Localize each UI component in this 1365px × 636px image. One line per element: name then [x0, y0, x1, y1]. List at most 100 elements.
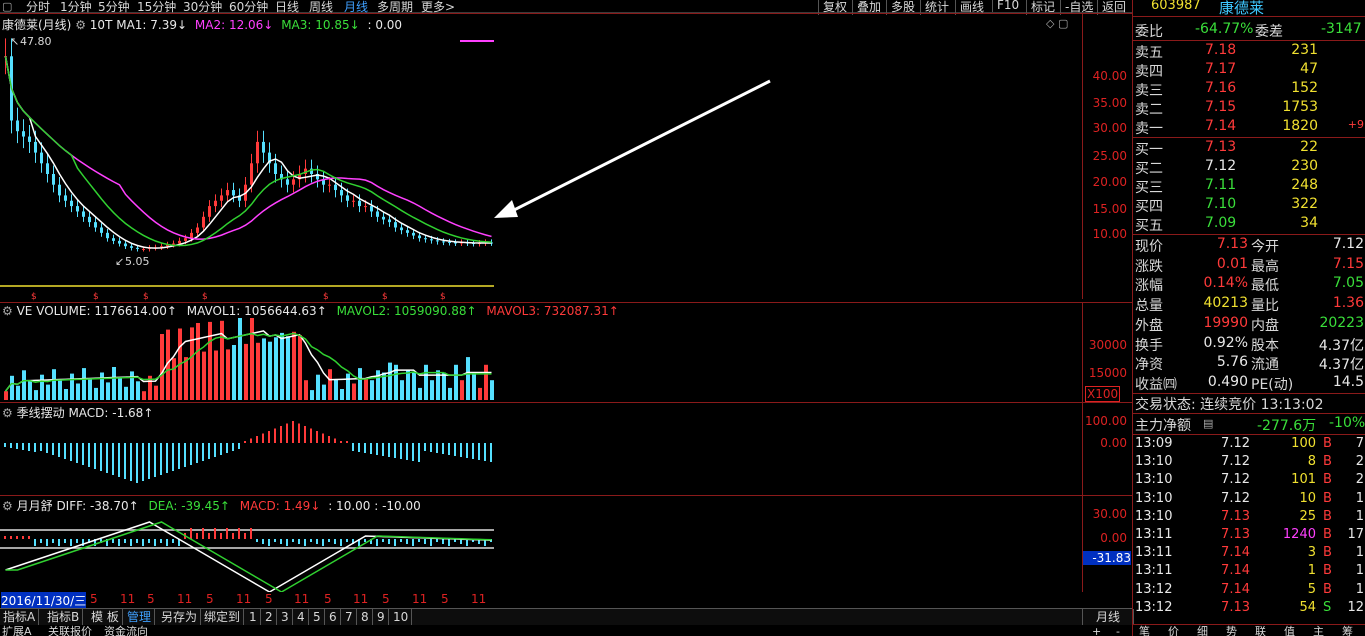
ask-label: 卖五 — [1135, 45, 1163, 61]
tab-indicator-b[interactable]: 指标B — [44, 609, 84, 625]
tab-3[interactable]: 3 — [278, 609, 293, 625]
candle — [442, 241, 445, 243]
yys-bar — [400, 539, 402, 542]
tab-1[interactable]: 1 — [246, 609, 261, 625]
volume-bar — [172, 358, 176, 400]
ask-label: 卖一 — [1135, 121, 1163, 137]
quote-tab[interactable]: 筹 — [1342, 625, 1353, 636]
zoom-in-icon[interactable]: + — [1092, 625, 1101, 636]
macd-bar — [466, 443, 468, 458]
tab-manage[interactable]: 管理 — [124, 609, 156, 625]
tab-7[interactable]: 7 — [342, 609, 357, 625]
bid-row[interactable]: 买四 7.10 322 — [1133, 195, 1365, 215]
tick-side: B — [1323, 472, 1332, 488]
arrow-head-icon — [494, 200, 518, 218]
yys-bar — [292, 539, 294, 542]
macd-bar — [406, 443, 408, 460]
stat-label: 净资 — [1135, 357, 1163, 374]
volume-bar — [76, 383, 80, 400]
macd-bar — [442, 443, 444, 454]
ask-row[interactable]: 卖二 7.15 1753 — [1133, 98, 1365, 118]
ask-row[interactable]: 卖四 7.17 47 — [1133, 60, 1365, 80]
tab-4[interactable]: 4 — [294, 609, 309, 625]
macd-bar — [220, 443, 222, 455]
f10-button[interactable]: F10 — [992, 0, 1019, 12]
tab-template[interactable]: 模 板 — [88, 609, 123, 625]
date-label: 11 — [120, 592, 136, 606]
divider — [0, 402, 1132, 403]
bid-price: 7.09 — [1205, 215, 1237, 231]
tab-2[interactable]: 2 — [262, 609, 277, 625]
quote-tab[interactable]: 价 — [1168, 625, 1179, 636]
candle — [358, 200, 361, 207]
tab-save-as[interactable]: 另存为 — [158, 609, 202, 625]
ask-volume: 1753 — [1282, 99, 1318, 115]
volume-bar — [256, 342, 260, 400]
tick-count: 1 — [1355, 490, 1364, 506]
quote-tab[interactable]: 主 — [1313, 625, 1324, 636]
macd-bar — [226, 443, 228, 453]
bid-row[interactable]: 买一 7.13 22 — [1133, 138, 1365, 158]
tab-extend-a[interactable]: 扩展A — [2, 625, 32, 636]
ask-row[interactable]: 卖五 7.18 231 — [1133, 41, 1365, 61]
quote-tab[interactable]: 细 — [1197, 625, 1208, 636]
macd-bar — [82, 443, 84, 465]
bid-row[interactable]: 买二 7.12 230 — [1133, 157, 1365, 177]
macd-bar — [76, 443, 78, 463]
tick-count: 1 — [1355, 581, 1364, 597]
volume-bar — [292, 331, 296, 400]
macd-bar — [40, 443, 42, 451]
volume-bar — [298, 335, 302, 400]
zoom-out-icon[interactable]: - — [1116, 625, 1120, 636]
tab-related-quote[interactable]: 关联报价 — [48, 625, 92, 636]
ask-row[interactable]: 卖一 7.14 1820 +9 — [1133, 117, 1365, 137]
quote-tab[interactable]: 联 — [1255, 625, 1266, 636]
mavol1-line — [4, 330, 492, 392]
yys-bar — [340, 539, 342, 546]
macd-bar — [10, 443, 12, 448]
volume-bar — [352, 383, 356, 400]
ma2-line — [4, 56, 492, 240]
quote-tab[interactable]: 笔 — [1139, 625, 1150, 636]
volume-bar — [106, 382, 110, 400]
macd-bar — [460, 443, 462, 457]
candle — [334, 184, 337, 191]
candle — [370, 206, 373, 212]
tab-9[interactable]: 9 — [374, 609, 389, 625]
stat-label: 收益㈣ — [1135, 376, 1177, 393]
yys-tick: 30.00 — [1092, 507, 1127, 521]
candle — [430, 239, 433, 241]
weicha-label: 委差 — [1255, 24, 1283, 40]
candle — [196, 227, 199, 233]
gear-icon[interactable]: ⚙ — [2, 304, 13, 318]
volume-bar — [424, 364, 428, 400]
main-fund-row[interactable]: 主力净额 ▤ -277.6万 -10% — [1133, 414, 1365, 434]
macd-bar — [274, 428, 276, 443]
candle — [274, 163, 277, 174]
volume-bar — [358, 368, 362, 400]
tab-5[interactable]: 5 — [310, 609, 325, 625]
tab-fund-flow[interactable]: 资金流向 — [104, 625, 148, 636]
candle — [412, 232, 415, 236]
tick-side: B — [1323, 508, 1332, 524]
volume-bar — [304, 380, 308, 400]
yys-bar — [238, 528, 240, 539]
bid-row[interactable]: 买五 7.09 34 — [1133, 214, 1365, 234]
window-menu-icon[interactable]: ▢ — [2, 0, 12, 13]
tick-price: 7.13 — [1221, 599, 1250, 615]
yys-axis: 30.00 0.00 -31.83 — [1082, 495, 1133, 592]
volume-bar — [232, 345, 236, 400]
bid-row[interactable]: 买三 7.11 248 — [1133, 176, 1365, 196]
quote-tab[interactable]: 势 — [1226, 625, 1237, 636]
stat-row: 净资 5.76 流通 4.37亿 — [1133, 353, 1365, 374]
tab-bind-to[interactable]: 绑定到 — [201, 609, 245, 625]
volume-bar — [70, 373, 74, 400]
tab-10[interactable]: 10 — [390, 609, 413, 625]
tab-6[interactable]: 6 — [326, 609, 341, 625]
quote-tab[interactable]: 值 — [1284, 625, 1295, 636]
tab-8[interactable]: 8 — [358, 609, 373, 625]
tab-indicator-a[interactable]: 指标A — [0, 609, 40, 625]
ask-row[interactable]: 卖三 7.16 152 — [1133, 79, 1365, 99]
tick-volume: 8 — [1307, 454, 1316, 470]
yys-bar — [322, 539, 324, 546]
